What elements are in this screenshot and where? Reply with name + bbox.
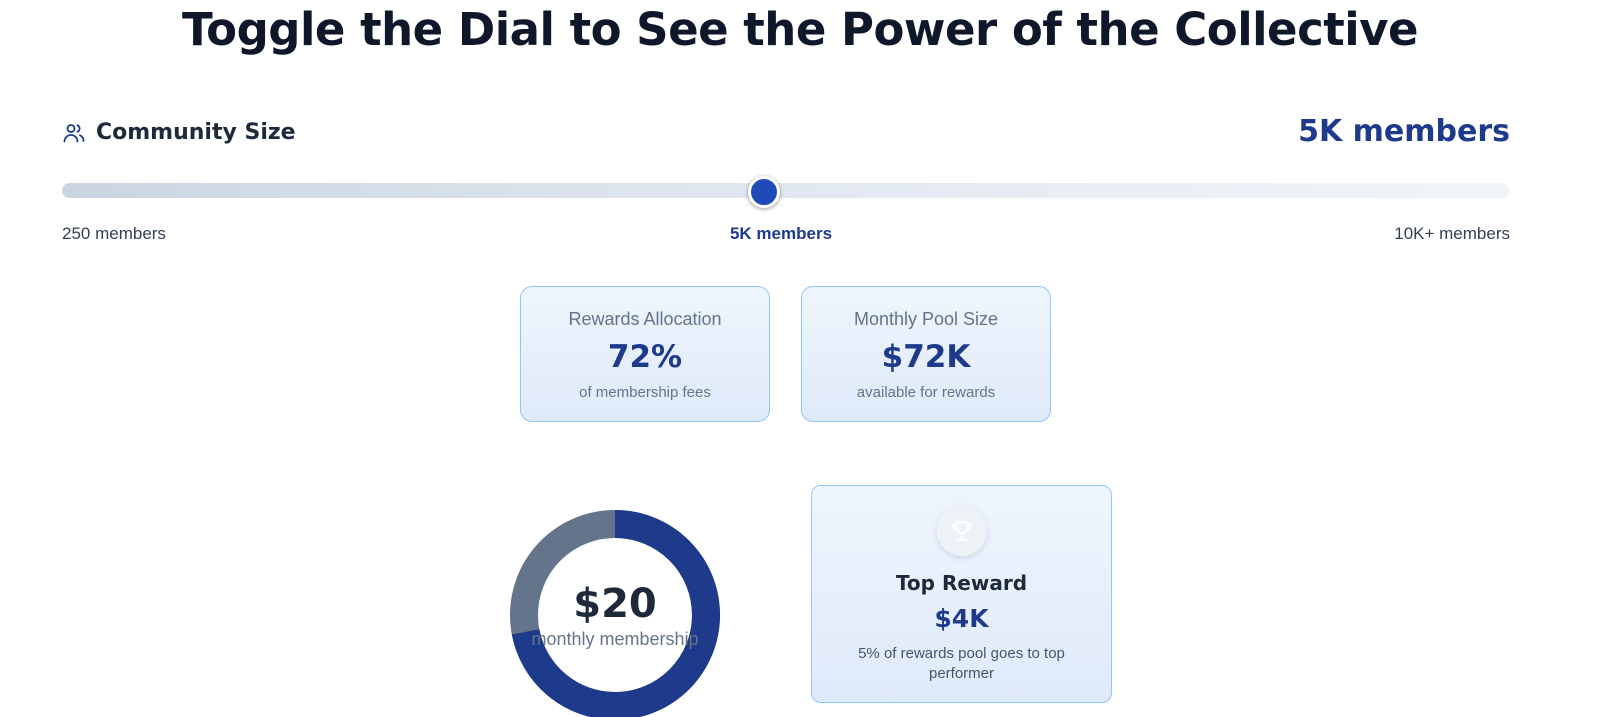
membership-donut: $20 monthly membership — [508, 508, 722, 717]
top-reward-title: Top Reward — [895, 571, 1028, 595]
community-size-header: Community Size 5K members — [62, 114, 1510, 154]
stat-note: available for rewards — [856, 384, 996, 401]
trophy-badge — [937, 506, 987, 556]
stat-title: Rewards Allocation — [568, 309, 722, 329]
community-size-label: Community Size — [62, 120, 296, 145]
page: Toggle the Dial to See the Power of the … — [0, 0, 1600, 717]
community-size-slider-thumb[interactable] — [748, 176, 781, 208]
stat-title: Monthly Pool Size — [853, 309, 999, 329]
community-size-text: Community Size — [96, 120, 296, 145]
stat-value: $72K — [881, 339, 971, 375]
slider-max-label: 10K+ members — [1394, 224, 1510, 243]
slider-min-label: 250 members — [62, 224, 166, 243]
monthly-pool-card: Monthly Pool Size $72K available for rew… — [801, 286, 1051, 422]
top-reward-value: $4K — [934, 604, 989, 633]
community-size-slider-track[interactable] — [62, 183, 1510, 198]
membership-label: monthly membership — [531, 629, 699, 649]
stat-value: 72% — [607, 339, 683, 375]
stat-note: of membership fees — [579, 384, 711, 401]
page-title: Toggle the Dial to See the Power of the … — [181, 3, 1419, 56]
membership-price: $20 — [573, 581, 657, 627]
top-reward-note: 5% of rewards pool goes to top performer — [858, 645, 1065, 682]
rewards-allocation-card: Rewards Allocation 72% of membership fee… — [520, 286, 770, 422]
slider-mid-label: 5K members — [729, 224, 833, 243]
trophy-icon — [952, 521, 972, 541]
top-reward-card: Top Reward $4K 5% of rewards pool goes t… — [811, 485, 1112, 703]
community-size-value: 5K members — [1298, 114, 1510, 149]
users-icon — [62, 121, 86, 145]
